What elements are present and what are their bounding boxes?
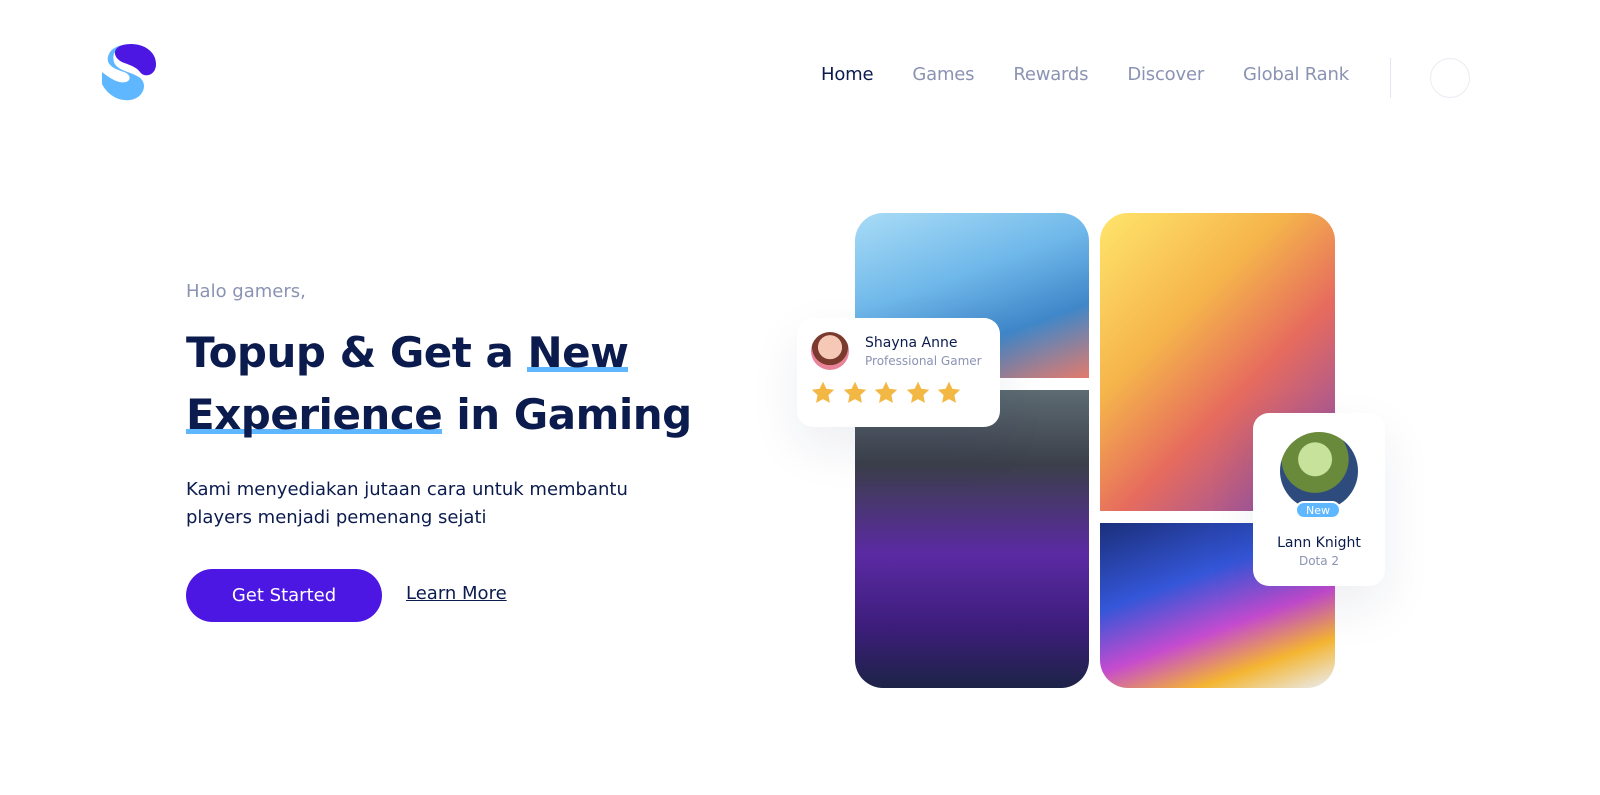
star-icon (874, 381, 898, 403)
headline-part-1: Topup & Get a (186, 328, 514, 377)
nav-item-home[interactable]: Home (821, 64, 874, 85)
headline-highlight-experience: Experience (186, 390, 443, 439)
hero-headline: Topup & Get a New Experience in Gaming (186, 322, 706, 446)
star-icon (906, 381, 929, 403)
player-avatar (1280, 432, 1358, 510)
reviewer-name: Shayna Anne (865, 335, 958, 351)
star-icon (843, 381, 866, 403)
get-started-button[interactable]: Get Started (186, 569, 382, 622)
player-card: New Lann Knight Dota 2 (1253, 413, 1385, 586)
nav-item-games[interactable]: Games (912, 64, 974, 85)
star-icon (937, 381, 961, 403)
reviewer-avatar (811, 332, 849, 370)
headline-highlight-new: New (527, 328, 629, 377)
brand-logo[interactable] (96, 42, 160, 106)
reviewer-role: Professional Gamer (865, 354, 982, 368)
user-avatar[interactable] (1430, 58, 1470, 98)
star-icon (811, 381, 835, 403)
game-image-football (855, 390, 1089, 688)
rating-stars (810, 380, 968, 406)
nav-item-discover[interactable]: Discover (1127, 64, 1204, 85)
learn-more-link[interactable]: Learn More (406, 583, 507, 604)
hero-description: Kami menyediakan jutaan cara untuk memba… (186, 479, 628, 528)
hero-greeting: Halo gamers, (186, 281, 306, 302)
main-nav: Home Games Rewards Discover Global Rank (821, 64, 1388, 85)
player-game: Dota 2 (1298, 554, 1340, 568)
landing-page: Home Games Rewards Discover Global Rank … (0, 0, 1600, 795)
nav-divider (1390, 58, 1391, 98)
nav-item-global-rank[interactable]: Global Rank (1243, 64, 1349, 85)
new-badge: New (1295, 501, 1341, 519)
reviewer-card: Shayna Anne Professional Gamer (797, 318, 1000, 427)
headline-part-2: in Gaming (456, 390, 692, 439)
player-name: Lann Knight (1277, 535, 1361, 551)
nav-item-rewards[interactable]: Rewards (1013, 64, 1088, 85)
